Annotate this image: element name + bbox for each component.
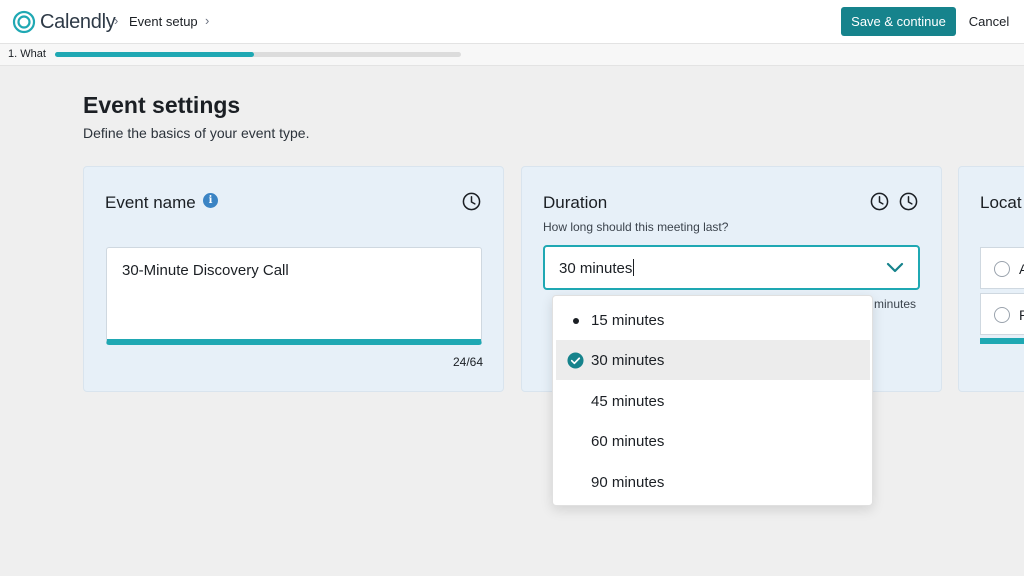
chevron-right-icon: › bbox=[205, 13, 210, 28]
radio-button[interactable] bbox=[994, 307, 1010, 323]
location-option-label: P bbox=[1019, 307, 1024, 323]
event-name-value: 30-Minute Discovery Call bbox=[122, 262, 289, 279]
event-name-title: Event name bbox=[105, 193, 196, 212]
dropdown-option-label: 45 minutes bbox=[591, 393, 665, 410]
duration-help-text: How long should this meeting last? bbox=[543, 220, 729, 234]
location-accent-bar bbox=[980, 338, 1024, 344]
duration-select[interactable]: 30 minutes bbox=[543, 245, 920, 290]
duration-select-value: 30 minutes bbox=[559, 259, 635, 277]
calendly-logo-icon bbox=[12, 10, 36, 34]
save-continue-button[interactable]: Save & continue bbox=[841, 7, 956, 36]
cancel-button[interactable]: Cancel bbox=[964, 7, 1014, 36]
dropdown-option-30-minutes[interactable]: 30 minutes bbox=[556, 340, 870, 380]
event-name-card: Event name i 30-Minute Discovery Call 24… bbox=[83, 166, 504, 392]
clock-icon[interactable] bbox=[899, 192, 918, 211]
location-card: Locat A P bbox=[958, 166, 1024, 392]
page-subtitle: Define the basics of your event type. bbox=[83, 125, 310, 141]
calendly-logo[interactable]: Calendly bbox=[12, 10, 116, 34]
chevron-down-icon[interactable] bbox=[886, 260, 904, 274]
progress-track bbox=[55, 52, 461, 57]
page-title: Event settings bbox=[83, 92, 241, 118]
progress-fill bbox=[55, 52, 254, 57]
duration-dropdown-menu: 15 minutes 30 minutes 45 minutes 60 minu… bbox=[552, 295, 873, 506]
location-option[interactable]: P bbox=[980, 293, 1024, 335]
info-icon[interactable]: i bbox=[203, 193, 218, 208]
top-bar: Calendly › Event setup › Save & continue… bbox=[0, 0, 1024, 44]
step-label: 1. What bbox=[8, 48, 46, 60]
dropdown-option-label: 90 minutes bbox=[591, 474, 665, 491]
character-counter: 24/64 bbox=[452, 355, 483, 369]
dropdown-option-90-minutes[interactable]: 90 minutes bbox=[556, 462, 870, 502]
clock-icon[interactable] bbox=[462, 192, 481, 211]
location-option[interactable]: A bbox=[980, 247, 1024, 289]
radio-button[interactable] bbox=[994, 261, 1010, 277]
location-option-label: A bbox=[1019, 261, 1024, 277]
location-title: Locat bbox=[980, 193, 1022, 212]
dropdown-option-label: 60 minutes bbox=[591, 433, 665, 450]
duration-title: Duration bbox=[543, 193, 608, 212]
dropdown-option-60-minutes[interactable]: 60 minutes bbox=[556, 421, 870, 461]
chevron-right-icon: › bbox=[114, 13, 119, 28]
duration-hint-text: minutes bbox=[874, 297, 917, 311]
dropdown-option-label: 30 minutes bbox=[591, 352, 665, 369]
dropdown-option-15-minutes[interactable]: 15 minutes bbox=[556, 300, 870, 340]
check-circle-icon bbox=[567, 352, 584, 369]
brand-name: Calendly bbox=[40, 10, 116, 33]
dropdown-option-45-minutes[interactable]: 45 minutes bbox=[556, 381, 870, 421]
step-progress-bar: 1. What bbox=[0, 44, 1024, 66]
dropdown-option-label: 15 minutes bbox=[591, 312, 665, 329]
event-name-input[interactable]: 30-Minute Discovery Call bbox=[106, 247, 482, 345]
bullet-icon bbox=[573, 318, 579, 324]
breadcrumb-event-setup[interactable]: Event setup bbox=[129, 14, 198, 29]
clock-icon[interactable] bbox=[870, 192, 889, 211]
